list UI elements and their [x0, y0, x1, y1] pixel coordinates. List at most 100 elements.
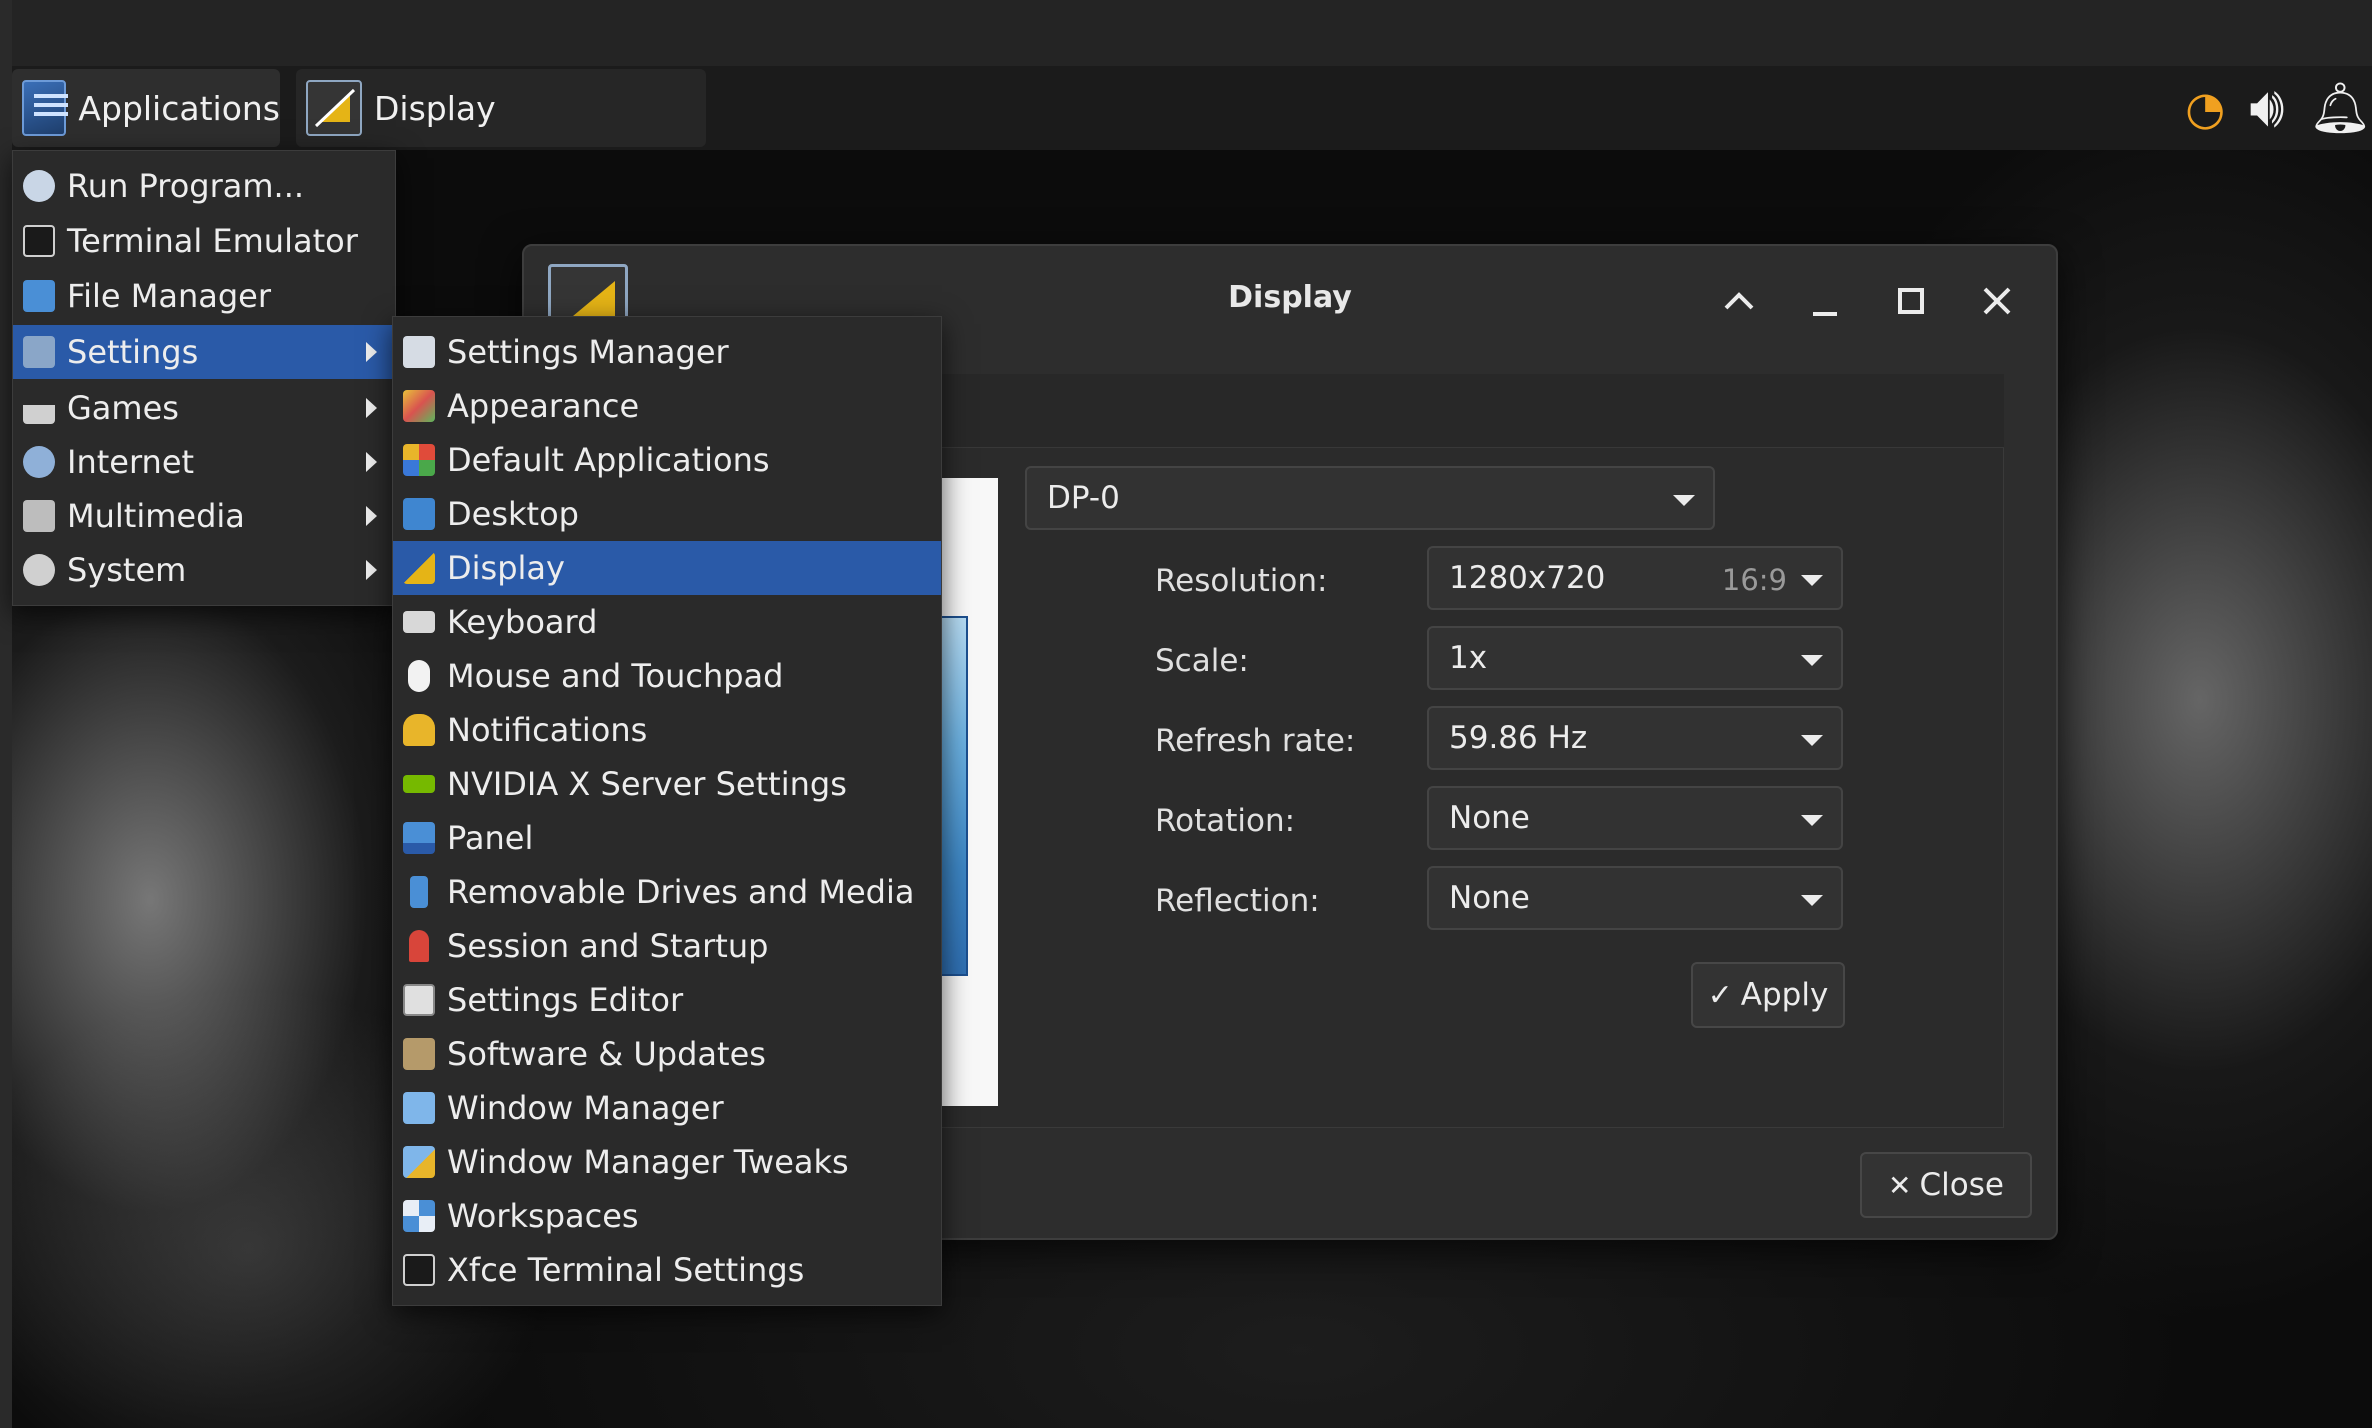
menu-item-label: Display: [447, 549, 565, 587]
terminal-icon: [23, 225, 55, 257]
software-updates-icon: [403, 1038, 435, 1070]
volume-icon[interactable]: 🔊︎: [2249, 80, 2284, 136]
screen-top-bar: [0, 0, 2372, 66]
settings-submenu: Settings Manager Appearance Default Appl…: [392, 316, 942, 1306]
reflection-select[interactable]: None: [1427, 866, 1843, 930]
output-select[interactable]: DP-0: [1025, 466, 1715, 530]
menu-item-default-applications[interactable]: Default Applications: [393, 433, 941, 487]
menu-item-run-program[interactable]: Run Program...: [13, 159, 395, 213]
menu-item-desktop[interactable]: Desktop: [393, 487, 941, 541]
menu-item-window-manager[interactable]: Window Manager: [393, 1081, 941, 1135]
menu-item-label: Desktop: [447, 495, 579, 533]
applications-menu-button[interactable]: Applications: [12, 69, 280, 147]
checkmark-icon: ✓: [1707, 977, 1733, 1013]
menu-item-label: Settings Editor: [447, 981, 684, 1019]
menu-item-workspaces[interactable]: Workspaces: [393, 1189, 941, 1243]
chevron-right-icon: [366, 506, 377, 526]
scale-value: 1x: [1449, 640, 1488, 676]
chevron-down-icon: [1801, 815, 1823, 826]
menu-item-multimedia[interactable]: Multimedia: [13, 489, 395, 543]
chevron-up-icon: [1724, 292, 1754, 310]
menu-item-appearance[interactable]: Appearance: [393, 379, 941, 433]
minimize-button[interactable]: [1800, 276, 1850, 326]
refresh-rate-value: 59.86 Hz: [1449, 720, 1588, 756]
menu-item-session-startup[interactable]: Session and Startup: [393, 919, 941, 973]
chevron-down-icon: [1801, 735, 1823, 746]
settings-manager-icon: [403, 336, 435, 368]
default-applications-icon: [403, 444, 435, 476]
mouse-icon: [408, 660, 430, 692]
notifications-icon: [403, 714, 435, 746]
close-icon: [1983, 287, 2011, 315]
chevron-down-icon: [1673, 495, 1695, 506]
internet-icon: [23, 446, 55, 478]
applications-menu: Run Program... Terminal Emulator File Ma…: [12, 150, 396, 606]
maximize-icon: [1898, 288, 1924, 314]
menu-item-label: Run Program...: [67, 167, 305, 205]
minimize-icon: [1813, 312, 1837, 316]
menu-item-settings[interactable]: Settings: [13, 325, 395, 379]
menu-item-label: Window Manager: [447, 1089, 724, 1127]
close-label: Close: [1919, 1167, 2004, 1203]
output-select-value: DP-0: [1047, 480, 1120, 516]
display-icon: [403, 552, 435, 584]
refresh-rate-label: Refresh rate:: [1155, 723, 1356, 759]
shade-button[interactable]: [1714, 276, 1764, 326]
menu-item-xfce-terminal-settings[interactable]: Xfce Terminal Settings: [393, 1243, 941, 1297]
menu-item-software-updates[interactable]: Software & Updates: [393, 1027, 941, 1081]
menu-item-label: Internet: [67, 443, 195, 481]
session-icon: [409, 930, 429, 962]
resolution-label: Resolution:: [1155, 563, 1328, 599]
resolution-select[interactable]: 1280x720 16:9: [1427, 546, 1843, 610]
menu-item-removable-drives[interactable]: Removable Drives and Media: [393, 865, 941, 919]
menu-item-label: Appearance: [447, 387, 640, 425]
terminal-settings-icon: [403, 1254, 435, 1286]
maximize-button[interactable]: [1886, 276, 1936, 326]
menu-item-label: Settings: [67, 333, 199, 371]
menu-item-notifications[interactable]: Notifications: [393, 703, 941, 757]
display-app-icon: [306, 80, 362, 136]
applications-icon: [22, 80, 69, 136]
menu-item-panel[interactable]: Panel: [393, 811, 941, 865]
menu-item-label: Xfce Terminal Settings: [447, 1251, 805, 1289]
close-button[interactable]: ✕ Close: [1860, 1152, 2032, 1218]
menu-item-keyboard[interactable]: Keyboard: [393, 595, 941, 649]
menu-item-terminal-emulator[interactable]: Terminal Emulator: [13, 214, 395, 268]
bell-icon[interactable]: 🔔︎: [2309, 83, 2372, 133]
taskbar-display-label: Display: [374, 88, 496, 128]
menu-item-file-manager[interactable]: File Manager: [13, 269, 395, 323]
menu-item-window-manager-tweaks[interactable]: Window Manager Tweaks: [393, 1135, 941, 1189]
apply-label: Apply: [1740, 977, 1829, 1013]
menu-item-label: File Manager: [67, 277, 271, 315]
menu-item-settings-editor[interactable]: Settings Editor: [393, 973, 941, 1027]
system-icon: [23, 554, 55, 586]
window-manager-icon: [403, 1092, 435, 1124]
scale-select[interactable]: 1x: [1427, 626, 1843, 690]
settings-editor-icon: [403, 984, 435, 1016]
menu-item-label: Terminal Emulator: [67, 222, 358, 260]
menu-item-settings-manager[interactable]: Settings Manager: [393, 325, 941, 379]
hardware-monitor-icon[interactable]: ◔: [2185, 85, 2225, 131]
rotation-select[interactable]: None: [1427, 786, 1843, 850]
menu-item-label: Notifications: [447, 711, 648, 749]
close-window-button[interactable]: [1972, 276, 2022, 326]
menu-item-nvidia-settings[interactable]: NVIDIA X Server Settings: [393, 757, 941, 811]
menu-item-label: Removable Drives and Media: [447, 873, 915, 911]
desktop-icon: [403, 498, 435, 530]
taskbar-display-button[interactable]: Display: [296, 69, 706, 147]
menu-item-label: Default Applications: [447, 441, 770, 479]
rotation-value: None: [1449, 800, 1530, 836]
scale-label: Scale:: [1155, 643, 1249, 679]
menu-item-mouse-touchpad[interactable]: Mouse and Touchpad: [393, 649, 941, 703]
rotation-label: Rotation:: [1155, 803, 1296, 839]
menu-item-label: Mouse and Touchpad: [447, 657, 784, 695]
apply-button[interactable]: ✓ Apply: [1691, 962, 1845, 1028]
nvidia-icon: [403, 775, 435, 793]
menu-item-internet[interactable]: Internet: [13, 435, 395, 489]
multimedia-icon: [23, 500, 55, 532]
menu-item-system[interactable]: System: [13, 543, 395, 597]
menu-item-label: Session and Startup: [447, 927, 769, 965]
menu-item-display[interactable]: Display: [393, 541, 941, 595]
refresh-rate-select[interactable]: 59.86 Hz: [1427, 706, 1843, 770]
menu-item-games[interactable]: Games: [13, 381, 395, 435]
